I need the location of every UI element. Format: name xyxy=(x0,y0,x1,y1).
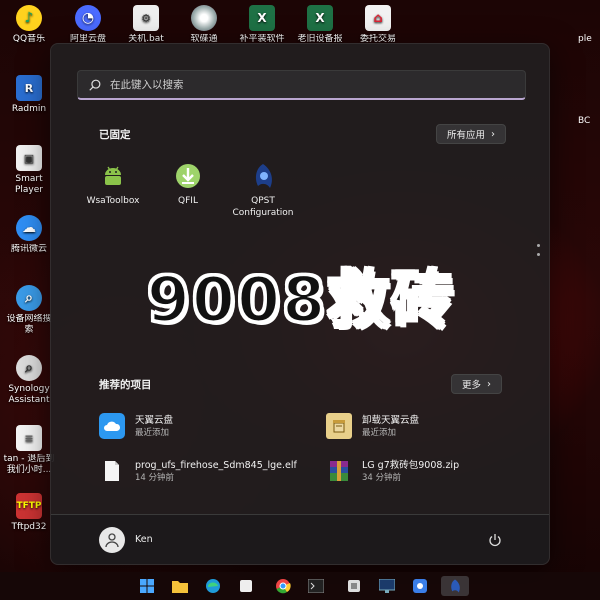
app-icon-2[interactable] xyxy=(344,576,364,596)
recommended-item-name: 卸载天翼云盘 xyxy=(362,414,420,426)
pinned-app-label: WsaToolbox xyxy=(86,196,140,206)
desktop-icon-aliyun[interactable]: ◔ 阿里云盘 xyxy=(62,5,114,45)
right-edge-text: ple xyxy=(578,34,592,44)
terminal-icon[interactable] xyxy=(306,576,326,596)
user-icon xyxy=(105,533,119,548)
tftpd-icon: TFTP xyxy=(16,493,42,519)
user-name[interactable]: Ken xyxy=(135,534,153,545)
desktop-icon-weiyun[interactable]: ☁ 腾讯微云 xyxy=(3,215,55,255)
desktop-icon-qqmusic[interactable]: ♪ QQ音乐 xyxy=(3,5,55,45)
recommended-item-name: 天翼云盘 xyxy=(135,414,174,426)
desktop-icon-ultraiso[interactable]: 软碟通 xyxy=(178,5,230,45)
network-search-icon: ⌕ xyxy=(16,285,42,311)
avatar[interactable] xyxy=(99,527,125,553)
power-icon xyxy=(489,534,501,547)
edge-icon[interactable] xyxy=(203,576,223,596)
overlay-title: 9008救砖 xyxy=(145,262,456,338)
right-edge-text: BC xyxy=(578,116,591,126)
pinned-app-label: QPST Configuration xyxy=(232,196,294,218)
synology-icon: ⌕ xyxy=(16,355,42,381)
windows-start-icon[interactable] xyxy=(137,576,157,596)
app-icon[interactable] xyxy=(236,576,256,596)
search-box[interactable] xyxy=(77,70,526,100)
desktop-icon-radmin[interactable]: R Radmin xyxy=(3,75,55,115)
recommended-item-name: LG g7救砖包9008.zip xyxy=(362,459,460,471)
winrar-icon xyxy=(326,458,352,484)
cloud-app-icon xyxy=(99,413,125,439)
desktop-icon-excel-1[interactable]: X 补平装软件 xyxy=(236,5,288,45)
bat-file-icon: ⚙ xyxy=(133,5,159,31)
disc-icon xyxy=(191,5,217,31)
recommended-item-name: prog_ufs_firehose_Sdm845_lge.elf xyxy=(135,459,297,471)
android-icon xyxy=(99,162,127,190)
desktop-icon-label: Smart Player xyxy=(14,174,43,195)
file-explorer-icon[interactable] xyxy=(170,576,190,596)
app-icon-3[interactable] xyxy=(410,576,430,596)
pinned-app-label: QFIL xyxy=(178,196,198,206)
power-button[interactable] xyxy=(485,530,505,550)
recommended-item-sub: 34 分钟前 xyxy=(362,472,402,483)
recommended-title: 推荐的项目 xyxy=(99,379,152,391)
recommended-item[interactable]: 天翼云盘 最近添加 xyxy=(99,409,299,443)
aliyun-drive-icon: ◔ xyxy=(75,5,101,31)
recommended-item[interactable]: 卸载天翼云盘 最近添加 xyxy=(326,409,526,443)
chevron-right-icon: › xyxy=(491,128,496,140)
desktop-icon-synology[interactable]: ⌕ Synology Assistant xyxy=(3,355,55,406)
qqmusic-icon: ♪ xyxy=(16,5,42,31)
recommended-item-sub: 最近添加 xyxy=(135,427,170,438)
desktop-icon-tftpd32[interactable]: TFTP Tftpd32 xyxy=(3,493,55,533)
desktop-icon-shutdown-bat[interactable]: ⚙ 关机.bat xyxy=(120,5,172,45)
pinned-title: 已固定 xyxy=(99,129,131,141)
qpst-taskbar-icon[interactable] xyxy=(441,576,469,596)
desktop-icon-label: tan - 退后到我们小时... xyxy=(3,454,55,475)
chrome-icon[interactable] xyxy=(273,576,293,596)
search-input[interactable] xyxy=(110,78,510,91)
file-icon xyxy=(99,458,125,484)
qpst-icon xyxy=(249,162,277,190)
pinned-app-wsatoolbox[interactable]: WsaToolbox xyxy=(75,162,151,207)
radmin-icon: R xyxy=(16,75,42,101)
all-apps-button[interactable]: 所有应用 › xyxy=(436,124,507,144)
pinned-app-qpst[interactable]: QPST Configuration xyxy=(225,162,301,219)
start-menu: 已固定 所有应用 › WsaToolbox QFIL xyxy=(50,43,550,565)
more-button[interactable]: 更多 › xyxy=(451,374,503,394)
weiyun-icon: ☁ xyxy=(16,215,42,241)
desktop-icon-smartplayer[interactable]: ▣ Smart Player xyxy=(3,145,55,196)
all-apps-label: 所有应用 xyxy=(447,130,486,141)
recommended-item[interactable]: LG g7救砖包9008.zip 34 分钟前 xyxy=(326,454,526,488)
desktop-icon-label: 设备网络搜索 xyxy=(6,314,52,335)
more-label: 更多 xyxy=(462,380,482,391)
recommended-item[interactable]: prog_ufs_firehose_Sdm845_lge.elf 14 分钟前 xyxy=(99,454,319,488)
desktop-icon-label: Radmin xyxy=(11,104,47,114)
taskbar xyxy=(0,572,600,600)
download-icon xyxy=(174,162,202,190)
desktop-icon-label: Synology Assistant xyxy=(8,384,50,405)
desktop-icon-netsearch[interactable]: ⌕ 设备网络搜索 xyxy=(3,285,55,336)
recommended-item-sub: 14 分钟前 xyxy=(135,472,175,483)
monitor-icon[interactable] xyxy=(377,576,397,596)
desktop-icon-label: QQ音乐 xyxy=(12,34,46,44)
chevron-right-icon: › xyxy=(487,378,492,390)
smart-player-icon: ▣ xyxy=(16,145,42,171)
desktop-icon-tan[interactable]: ≡ tan - 退后到我们小时... xyxy=(3,425,55,476)
document-icon: ≡ xyxy=(16,425,42,451)
desktop-icon-label: Tftpd32 xyxy=(11,522,47,532)
house-icon: ⌂ xyxy=(365,5,391,31)
uninstall-icon xyxy=(326,413,352,439)
recommended-item-sub: 最近添加 xyxy=(362,427,397,438)
desktop-icon-excel-2[interactable]: X 老旧设备报 xyxy=(294,5,346,45)
desktop-icon-trade[interactable]: ⌂ 委托交易 xyxy=(352,5,404,45)
excel-icon: X xyxy=(249,5,275,31)
pinned-app-qfil[interactable]: QFIL xyxy=(150,162,226,207)
desktop-icon-label: 腾讯微云 xyxy=(10,244,47,254)
excel-icon: X xyxy=(307,5,333,31)
start-menu-footer: Ken xyxy=(51,514,549,564)
search-icon xyxy=(89,79,101,91)
page-dot xyxy=(537,244,540,247)
